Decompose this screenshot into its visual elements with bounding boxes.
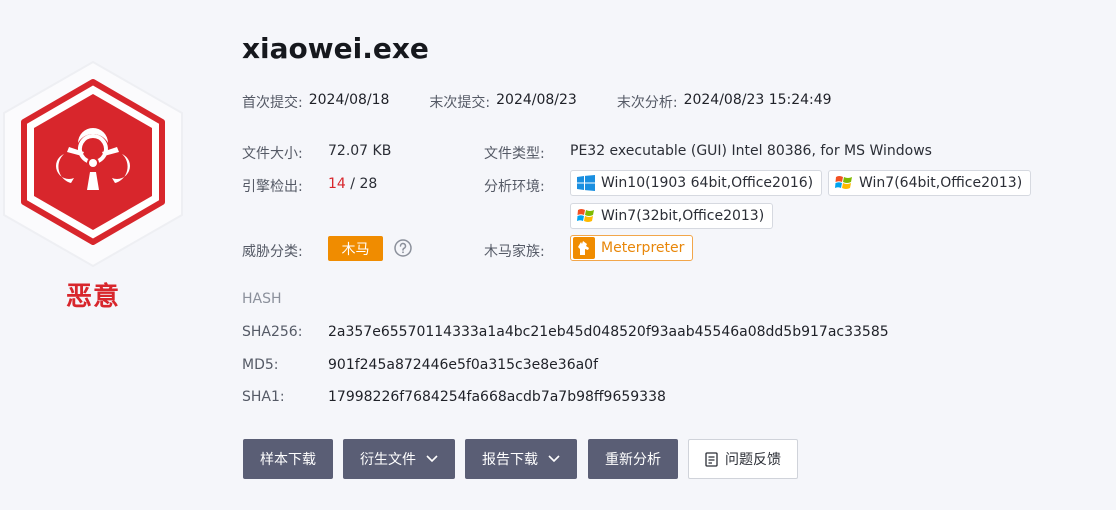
report-download-button[interactable]: 报告下载 xyxy=(465,439,577,479)
derived-files-label: 衍生文件 xyxy=(360,452,416,468)
windows7-icon xyxy=(577,208,595,224)
sha256-value: 2a357e65570114333a1a4bc21eb45d048520f93a… xyxy=(328,324,889,340)
file-type-label: 文件类型: xyxy=(484,146,545,162)
download-sample-label: 样本下载 xyxy=(260,452,316,468)
feedback-icon xyxy=(705,451,719,467)
windows7-icon xyxy=(835,175,853,191)
threat-class-label: 威胁分类: xyxy=(242,244,303,260)
file-size-value: 72.07 KB xyxy=(328,143,392,159)
verdict-panel: 恶意 xyxy=(0,60,190,320)
verdict-label: 恶意 xyxy=(65,282,120,312)
report-download-label: 报告下载 xyxy=(482,452,538,468)
file-type-value: PE32 executable (GUI) Intel 80386, for M… xyxy=(570,143,932,159)
engine-hits-count: 14 xyxy=(328,176,346,192)
last-submit-label: 末次提交: xyxy=(429,95,491,111)
env-tag-win7-64[interactable]: Win7(64bit,Office2013) xyxy=(828,170,1032,196)
submission-info: 首次提交: 2024/08/18 末次提交: 2024/08/23 末次分析: … xyxy=(242,92,872,112)
threat-class-badge[interactable]: 木马 xyxy=(328,236,383,261)
sha1-label: SHA1: xyxy=(242,389,285,405)
file-size-label: 文件大小: xyxy=(242,146,303,162)
engine-hits-separator: / xyxy=(345,176,360,192)
last-analysis-label: 末次分析: xyxy=(616,95,678,111)
feedback-label: 问题反馈 xyxy=(725,452,781,468)
engine-total-count: 28 xyxy=(359,176,378,192)
sha256-label: SHA256: xyxy=(242,324,303,340)
chevron-down-icon xyxy=(548,455,560,463)
chevron-down-icon xyxy=(426,455,438,463)
md5-value: 901f245a872446e5f0a315c3e8e36a0f xyxy=(328,357,599,373)
first-submit-date: 2024/08/18 xyxy=(308,92,390,108)
engine-hits-label: 引擎检出: xyxy=(242,179,303,195)
feedback-button[interactable]: 问题反馈 xyxy=(688,439,798,479)
reanalyze-button[interactable]: 重新分析 xyxy=(588,439,678,479)
reanalyze-label: 重新分析 xyxy=(605,452,661,468)
analysis-env-label: 分析环境: xyxy=(484,179,545,195)
last-analysis-time: 2024/08/23 15:24:49 xyxy=(683,92,832,108)
trojan-family-name: Meterpreter xyxy=(601,240,685,256)
env-tag-label: Win7(64bit,Office2013) xyxy=(859,175,1023,191)
trojan-family-tag[interactable]: Meterpreter xyxy=(570,235,694,261)
first-submit-label: 首次提交: xyxy=(242,95,303,111)
last-submit-date: 2024/08/23 xyxy=(496,92,577,108)
sha1-value: 17998226f7684254fa668acdb7a7b98ff9659338 xyxy=(328,389,666,405)
file-name-title: xiaowei.exe xyxy=(242,32,429,65)
env-tag-label: Win7(32bit,Office2013) xyxy=(601,208,765,224)
windows10-icon xyxy=(577,175,595,191)
md5-label: MD5: xyxy=(242,357,279,373)
env-tag-win7-32[interactable]: Win7(32bit,Office2013) xyxy=(570,203,774,229)
help-icon[interactable] xyxy=(394,239,412,261)
engine-hits-value: 14 / 28 xyxy=(328,176,377,192)
biohazard-icon xyxy=(3,60,183,268)
env-tag-win10[interactable]: Win10(1903 64bit,Office2016) xyxy=(570,170,823,196)
trojan-family-label: 木马家族: xyxy=(484,244,545,260)
env-tag-label: Win10(1903 64bit,Office2016) xyxy=(601,175,814,191)
derived-files-button[interactable]: 衍生文件 xyxy=(343,439,455,479)
download-sample-button[interactable]: 样本下载 xyxy=(243,439,333,479)
hash-heading: HASH xyxy=(242,291,282,307)
trojan-horse-icon xyxy=(573,237,595,259)
